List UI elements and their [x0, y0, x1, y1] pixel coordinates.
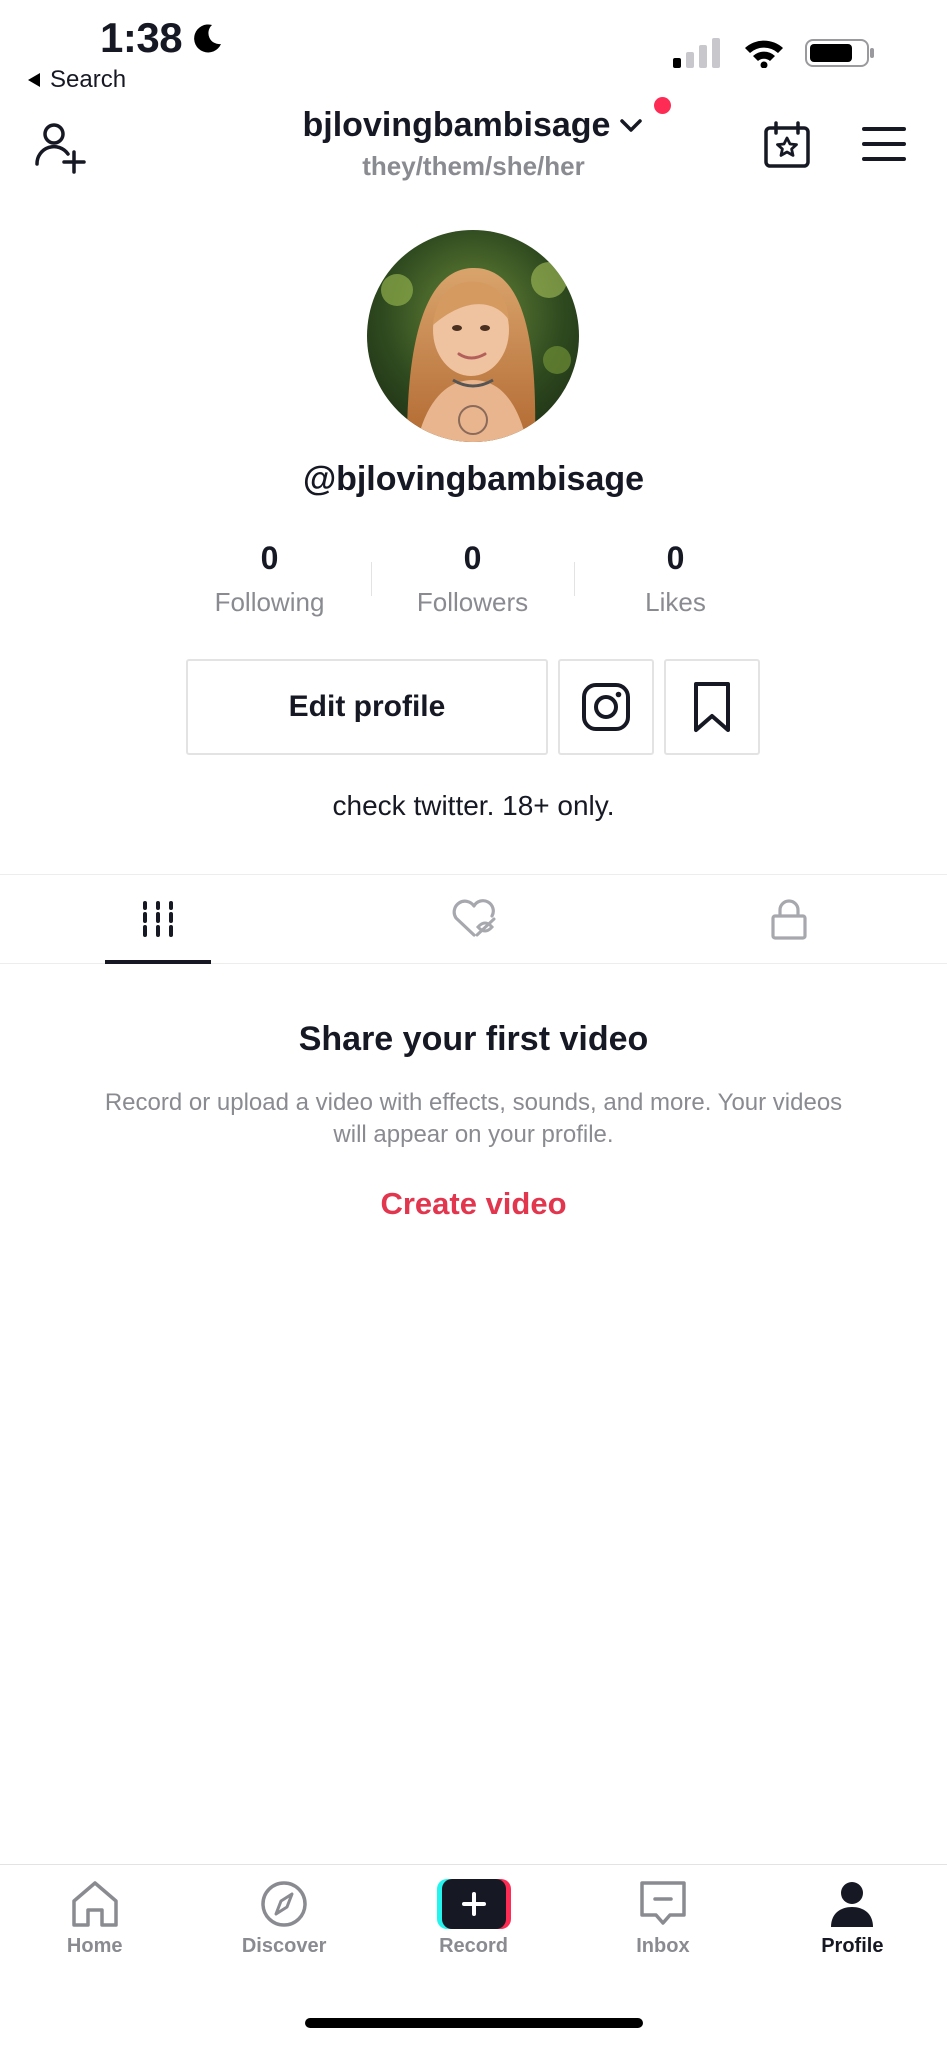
nav-home[interactable]: Home	[0, 1865, 189, 1964]
instagram-button[interactable]	[558, 659, 654, 755]
instagram-icon	[582, 683, 630, 731]
profile-screen: 1:38 Search bjlovingbambisage they/them/…	[0, 0, 947, 2048]
record-button[interactable]	[436, 1879, 511, 1929]
chevron-down-icon	[620, 118, 643, 132]
signal-icon	[673, 38, 720, 68]
stat-followers[interactable]: 0 Followers	[371, 540, 574, 618]
tab-videos[interactable]	[0, 875, 316, 963]
tab-private[interactable]	[631, 875, 947, 963]
nav-inbox[interactable]: Inbox	[568, 1865, 757, 1964]
tab-liked[interactable]	[316, 875, 632, 963]
edit-profile-label: Edit profile	[288, 690, 446, 723]
nav-label: Profile	[821, 1935, 884, 1957]
hidden-heart-icon	[452, 899, 495, 937]
stat-likes[interactable]: 0 Likes	[574, 540, 777, 618]
nav-profile[interactable]: Profile	[758, 1865, 947, 1964]
status-time: 1:38	[100, 14, 224, 62]
profile-actions: Edit profile	[186, 659, 760, 755]
hamburger-icon	[862, 127, 906, 161]
person-icon	[831, 1882, 874, 1927]
wifi-icon	[745, 40, 783, 68]
compass-icon	[261, 1881, 307, 1927]
stat-following[interactable]: 0 Following	[168, 540, 371, 618]
empty-state-description: Record or upload a video with effects, s…	[104, 1089, 843, 1148]
avatar-photo	[367, 230, 579, 442]
nav-record[interactable]: Record	[379, 1865, 568, 1964]
profile-handle: @bjlovingbambisage	[302, 460, 645, 498]
back-to-search-link[interactable]: Search	[26, 66, 126, 94]
nav-label: Inbox	[636, 1935, 690, 1957]
calendar-star-icon	[764, 121, 810, 168]
stat-label: Likes	[645, 587, 706, 617]
bio: check twitter. 18+ only.	[332, 790, 615, 821]
notification-dot	[654, 97, 671, 114]
avatar[interactable]	[367, 230, 579, 442]
header-username[interactable]: bjlovingbambisage	[303, 106, 645, 145]
create-video-link[interactable]: Create video	[0, 1186, 947, 1222]
inbox-icon	[640, 1881, 686, 1925]
edit-profile-button[interactable]: Edit profile	[186, 659, 548, 755]
battery-icon	[805, 39, 874, 67]
plus-icon	[461, 1892, 486, 1916]
content-tabs	[0, 874, 947, 964]
empty-state-title: Share your first video	[298, 1020, 649, 1058]
stat-value: 0	[666, 540, 685, 576]
moon-icon	[194, 24, 222, 53]
nav-label: Home	[66, 1935, 123, 1957]
bookmark-icon	[694, 682, 730, 732]
menu-button[interactable]	[862, 126, 906, 162]
stat-label: Following	[214, 587, 325, 617]
nav-discover[interactable]: Discover	[189, 1865, 378, 1964]
creator-calendar-button[interactable]	[762, 120, 812, 170]
stat-value: 0	[260, 540, 279, 576]
stat-value: 0	[463, 540, 482, 576]
lock-icon	[771, 899, 807, 940]
grid-icon	[142, 901, 173, 937]
back-triangle-icon	[28, 73, 40, 87]
clock: 1:38	[100, 14, 183, 61]
home-icon	[71, 1881, 118, 1927]
profile-stats: 0 Following 0 Followers 0 Likes	[168, 540, 779, 618]
bottom-nav: Home Discover Record Inbox Profile	[0, 1864, 947, 1964]
nav-label: Discover	[241, 1935, 327, 1957]
status-icons	[673, 38, 875, 68]
header-username-text: bjlovingbambisage	[302, 106, 611, 144]
nav-label: Record	[439, 1935, 508, 1957]
favorites-button[interactable]	[664, 659, 760, 755]
home-indicator[interactable]	[305, 2018, 643, 2028]
stat-label: Followers	[416, 587, 529, 617]
back-label: Search	[50, 66, 127, 93]
